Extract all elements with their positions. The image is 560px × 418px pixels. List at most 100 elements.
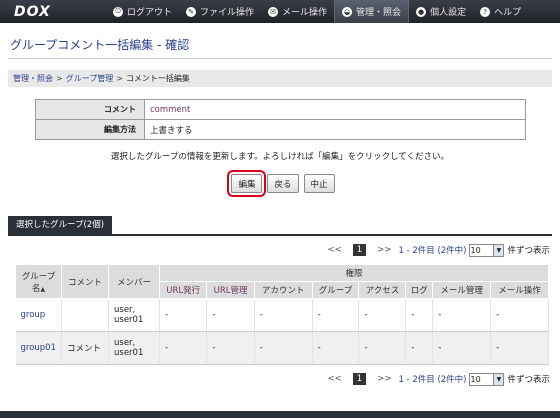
footer-bar	[0, 411, 560, 418]
perm-cell: -	[254, 298, 313, 332]
chevron-down-icon: ▼	[493, 373, 504, 385]
member-cell: user, user01	[108, 331, 161, 365]
member-cell: user, user01	[108, 298, 161, 332]
nav-help[interactable]: ? ヘルプ	[473, 0, 528, 23]
back-button[interactable]: 戻る	[267, 174, 299, 193]
perm-cell: -	[358, 331, 407, 365]
breadcrumb-admin-link[interactable]: 管理・照会	[13, 73, 53, 84]
section-tab-bar: 選択したグループ(2個)	[8, 216, 552, 236]
nav-file-operations[interactable]: ✎ ファイル操作	[179, 0, 261, 23]
nav-label: ヘルプ	[494, 8, 522, 18]
col-account: アカウント	[253, 281, 313, 299]
perm-cell: -	[254, 331, 313, 365]
pager-next[interactable]: >>	[377, 374, 391, 384]
cancel-button[interactable]: 中止	[303, 174, 335, 193]
action-buttons: 編集 戻る 中止	[0, 170, 560, 197]
title-divider	[8, 58, 552, 59]
nav-admin[interactable]: ◒ 管理・照会	[334, 0, 410, 23]
col-group-permission: グループ	[311, 281, 360, 299]
tab-selected-groups[interactable]: 選択したグループ(2個)	[8, 216, 113, 234]
sort-asc-icon: ▲	[40, 285, 46, 293]
col-mail-manage: メール管理	[432, 281, 492, 299]
breadcrumb-separator: >	[56, 74, 63, 83]
nav-mail-operations[interactable]: ✉ メール操作	[261, 0, 334, 23]
perm-cell: -	[358, 298, 407, 332]
perm-cell: -	[405, 331, 434, 365]
chevron-down-icon: ▼	[493, 244, 504, 256]
nav-label: メール操作	[282, 8, 328, 18]
nav-logout[interactable]: ⏻ ログアウト	[106, 0, 179, 23]
pager-next[interactable]: >>	[377, 245, 391, 255]
group-name-link[interactable]: group	[21, 310, 46, 320]
group-name-cell: group	[15, 298, 63, 332]
per-page-value: 10	[470, 245, 481, 255]
col-group-name-label: グループ名	[21, 271, 56, 294]
admin-icon: ◒	[342, 6, 353, 17]
pager-current-page[interactable]: 1	[352, 244, 367, 256]
selected-groups-table: グループ名▲ コメント メンバー 権限 URL発行 URL管理 アカウント グル…	[14, 264, 549, 365]
comment-cell	[61, 298, 110, 332]
perm-cell: -	[312, 331, 360, 365]
perm-cell: -	[405, 298, 434, 332]
main-nav: ⏻ ログアウト ✎ ファイル操作 ✉ メール操作 ◒ 管理・照会 ● 個人設定 ? ヘルプ	[106, 0, 528, 23]
table-row: group user, user01 - - - - - - - -	[15, 298, 549, 332]
col-mail-operation: メール操作	[490, 281, 549, 299]
nav-label: 管理・照会	[356, 8, 402, 18]
col-permission-group: 権限	[159, 264, 549, 282]
perm-cell: -	[490, 298, 549, 332]
pager-prev[interactable]: <<	[328, 374, 342, 384]
table-row: group01 コメント user, user01 - - - - - - - …	[15, 331, 549, 365]
perm-cell: -	[312, 298, 360, 332]
mail-icon: ✉	[268, 6, 279, 17]
group-name-link[interactable]: group01	[21, 343, 57, 353]
edit-button[interactable]: 編集	[227, 170, 267, 197]
per-page-suffix: 件ずつ表示	[507, 375, 550, 385]
nav-personal-settings[interactable]: ● 個人設定	[409, 0, 473, 23]
top-navigation-bar: DOX ⏻ ログアウト ✎ ファイル操作 ✉ メール操作 ◒ 管理・照会 ● 個人設定 ?…	[0, 0, 560, 23]
nav-label: ログアウト	[127, 8, 173, 18]
perm-cell: -	[206, 298, 255, 332]
pager-range: 1 - 2件目 (2件中)	[398, 246, 467, 256]
nav-label: 個人設定	[430, 8, 467, 18]
comment-value: comment	[144, 99, 526, 120]
pager-top: << 1 >> 1 - 2件目 (2件中) 10 ▼ 件ずつ表示	[0, 243, 550, 257]
app-logo: DOX	[14, 3, 51, 20]
help-icon: ?	[480, 6, 491, 17]
method-label: 編集方法	[35, 119, 145, 140]
perm-cell: -	[490, 331, 549, 365]
col-url-manage: URL管理	[206, 281, 255, 299]
pager-bottom: << 1 >> 1 - 2件目 (2件中) 10 ▼ 件ずつ表示	[0, 372, 550, 386]
perm-cell: -	[159, 331, 208, 365]
per-page-select[interactable]: 10 ▼	[469, 243, 505, 257]
pager-prev[interactable]: <<	[328, 245, 342, 255]
breadcrumb-current: コメント一括編集	[125, 74, 190, 83]
col-group-name[interactable]: グループ名▲	[14, 264, 63, 299]
perm-cell: -	[432, 298, 492, 332]
pager-current-page[interactable]: 1	[352, 373, 367, 385]
page-title: グループコメント一括編集 - 確認	[10, 38, 190, 52]
table-header-row: グループ名▲ コメント メンバー 権限	[14, 264, 549, 299]
perm-cell: -	[206, 331, 255, 365]
col-member: メンバー	[108, 264, 161, 299]
group-name-cell: group01	[15, 331, 63, 365]
nav-label: ファイル操作	[200, 8, 255, 18]
confirm-form-table: コメント comment 編集方法 上書きする	[35, 99, 526, 140]
breadcrumb: 管理・照会 > グループ管理 > コメント一括編集	[8, 70, 552, 87]
per-page-suffix: 件ずつ表示	[507, 246, 550, 256]
col-url-issue: URL発行	[159, 281, 208, 299]
col-comment: コメント	[61, 264, 110, 299]
file-icon: ✎	[186, 6, 197, 17]
breadcrumb-group-link[interactable]: グループ管理	[66, 73, 114, 84]
per-page-select[interactable]: 10 ▼	[469, 372, 505, 386]
per-page-value: 10	[470, 374, 481, 384]
perm-cell: -	[159, 298, 208, 332]
pager-range: 1 - 2件目 (2件中)	[398, 375, 467, 385]
breadcrumb-separator: >	[116, 74, 123, 83]
comment-cell: コメント	[61, 331, 110, 365]
user-icon: ●	[416, 6, 427, 17]
comment-label: コメント	[35, 99, 145, 120]
col-log: ログ	[405, 281, 434, 299]
method-value: 上書きする	[144, 119, 526, 140]
method-row: 編集方法 上書きする	[35, 119, 526, 140]
comment-row: コメント comment	[35, 99, 526, 120]
